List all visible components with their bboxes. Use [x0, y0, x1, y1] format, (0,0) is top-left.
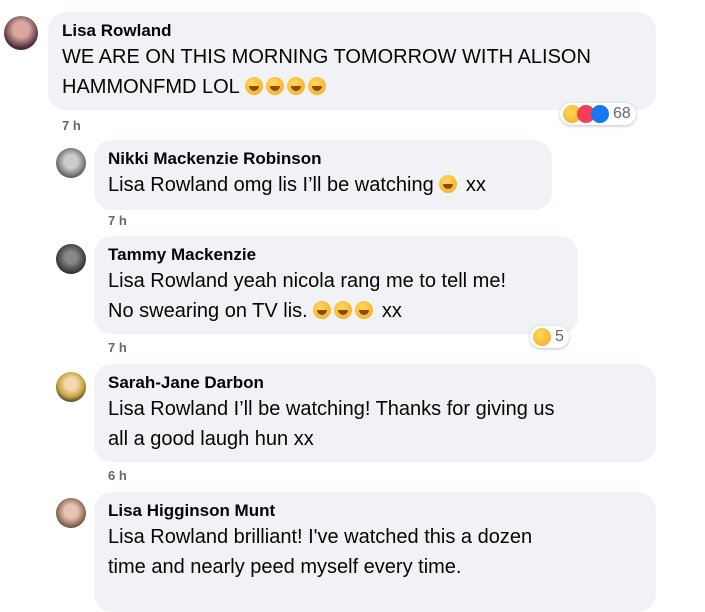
like-icon: [591, 105, 609, 123]
grinning-emoji: [286, 77, 305, 95]
rolling-laughing-emoji: [334, 301, 353, 319]
comment-text: Lisa Rowland I’ll be watching! Thanks fo…: [108, 394, 642, 454]
avatar[interactable]: [56, 244, 86, 274]
reaction-count: 68: [613, 105, 631, 122]
reaction-count: 5: [555, 328, 564, 345]
comment-text-body: omg lis I’ll be watching: [228, 174, 434, 196]
comment-text-line: Lisa Rowland brilliant! I've watched thi…: [108, 522, 642, 552]
commenter-name[interactable]: Sarah-Jane Darbon: [108, 372, 642, 394]
comment-time[interactable]: 7 h: [62, 118, 81, 133]
comment-text: Lisa Rowland brilliant! I've watched thi…: [108, 522, 642, 582]
comment-time[interactable]: 7 h: [108, 340, 127, 355]
commenter-name[interactable]: Nikki Mackenzie Robinson: [108, 148, 538, 170]
mention-link[interactable]: Lisa Rowland: [108, 398, 228, 420]
comment-text-line: Lisa Rowland yeah nicola rang me to tell…: [108, 266, 564, 296]
mention-link[interactable]: Lisa Rowland: [108, 270, 228, 292]
comment-text-line-2: No swearing on TV lis.: [108, 300, 308, 322]
smiling-eyes-emoji: [265, 77, 284, 95]
rolling-laughing-emoji: [313, 301, 332, 319]
comment-time[interactable]: 6 h: [108, 468, 127, 483]
comment-3: Tammy Mackenzie Lisa Rowland yeah nicola…: [0, 236, 705, 360]
comment-1: Lisa Rowland WE ARE ON THIS MORNING TOMO…: [0, 0, 705, 140]
comment-text-line: Lisa Rowland I’ll be watching! Thanks fo…: [108, 394, 642, 424]
comment-text-line-2: time and nearly peed myself every time.: [108, 556, 462, 578]
comment-text-line-1: I’ll be watching! Thanks for giving us: [228, 398, 555, 420]
comment-text: WE ARE ON THIS MORNING TOMORROW WITH ALI…: [62, 42, 642, 102]
comment-text-line-2: all a good laugh hun xx: [108, 428, 314, 450]
commenter-name[interactable]: Tammy Mackenzie: [108, 244, 564, 266]
comment-4: Sarah-Jane Darbon Lisa Rowland I’ll be w…: [0, 364, 705, 486]
commenter-name[interactable]: Lisa Higginson Munt: [108, 500, 642, 522]
mention-link[interactable]: Lisa Rowland: [108, 174, 228, 196]
comment-text-line-1: brilliant! I've watched this a dozen: [228, 526, 533, 548]
avatar[interactable]: [56, 498, 86, 528]
comment-time[interactable]: 7 h: [108, 213, 127, 228]
reaction-badge[interactable]: 68: [560, 103, 636, 125]
comment-bubble: Lisa Higginson Munt Lisa Rowland brillia…: [94, 492, 656, 612]
haha-icon: [533, 328, 551, 346]
comment-bubble: Lisa Rowland WE ARE ON THIS MORNING TOMO…: [48, 12, 656, 110]
comment-text: Lisa Rowland omg lis I’ll be watching xx: [108, 170, 538, 200]
comment-bubble: Nikki Mackenzie Robinson Lisa Rowland om…: [94, 140, 552, 210]
comment-text-line-1: yeah nicola rang me to tell me!: [228, 270, 506, 292]
avatar[interactable]: [56, 148, 86, 178]
rolling-laughing-emoji: [355, 301, 374, 319]
comment-2: Nikki Mackenzie Robinson Lisa Rowland om…: [0, 140, 705, 232]
comment-text: Lisa Rowland yeah nicola rang me to tell…: [108, 266, 564, 326]
avatar[interactable]: [4, 16, 38, 50]
comment-suffix: xx: [376, 300, 402, 322]
comment-text-line: WE ARE ON THIS MORNING TOMORROW WITH ALI…: [62, 46, 591, 68]
comment-text-line: No swearing on TV lis. xx: [108, 296, 564, 326]
comment-suffix: xx: [460, 174, 486, 196]
grinning-squinting-emoji: [244, 77, 263, 95]
comment-bubble: Tammy Mackenzie Lisa Rowland yeah nicola…: [94, 236, 578, 334]
rolling-laughing-emoji: [439, 175, 458, 193]
comment-bubble: Sarah-Jane Darbon Lisa Rowland I’ll be w…: [94, 364, 656, 462]
commenter-name[interactable]: Lisa Rowland: [62, 20, 642, 42]
comment-text-line-2: HAMMONFMD LOL: [62, 76, 240, 98]
winking-tongue-emoji: [307, 77, 326, 95]
avatar[interactable]: [56, 372, 86, 402]
comment-5: Lisa Higginson Munt Lisa Rowland brillia…: [0, 492, 705, 612]
reaction-badge[interactable]: 5: [530, 326, 569, 348]
mention-link[interactable]: Lisa Rowland: [108, 526, 228, 548]
comment-text-line: HAMMONFMD LOL: [62, 72, 642, 102]
